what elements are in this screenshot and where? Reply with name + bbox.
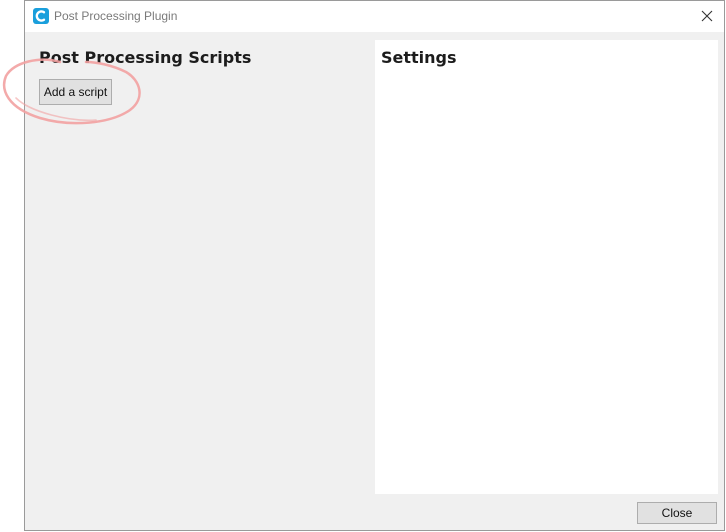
title-bar: Post Processing Plugin <box>25 1 724 32</box>
settings-panel: Settings <box>375 40 718 494</box>
plugin-dialog: Post Processing Plugin Post Processing S… <box>24 0 725 531</box>
close-button[interactable]: Close <box>637 502 717 524</box>
screenshot-canvas: Post Processing Plugin Post Processing S… <box>0 0 726 532</box>
window-title: Post Processing Plugin <box>54 9 178 23</box>
add-script-button[interactable]: Add a script <box>39 79 112 105</box>
cura-app-icon <box>33 8 49 24</box>
close-icon[interactable] <box>696 5 718 27</box>
scripts-heading: Post Processing Scripts <box>39 48 252 67</box>
settings-heading: Settings <box>381 48 457 67</box>
